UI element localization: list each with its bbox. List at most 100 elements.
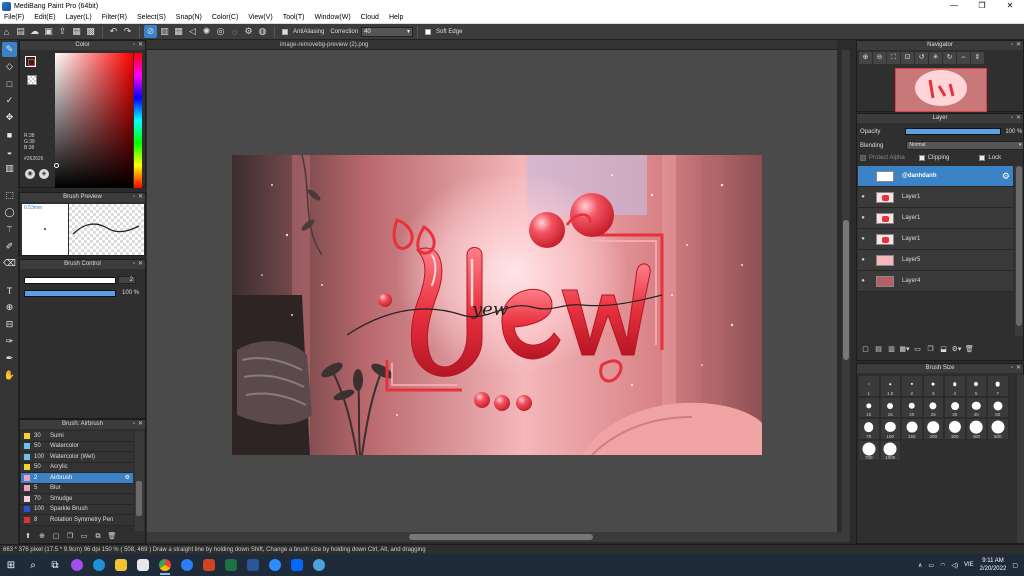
select-pen-tool-icon[interactable]: ✐	[2, 239, 17, 254]
chevron-up-icon[interactable]: ∧	[918, 562, 922, 569]
eyedropper-tool-icon[interactable]: ✑	[2, 334, 17, 349]
canvas-vertical-scrollbar[interactable]	[842, 50, 850, 532]
correction-select[interactable]: 40	[361, 26, 414, 37]
brush-size-cell[interactable]: 4	[944, 375, 966, 397]
move-tool-icon[interactable]: ✥	[2, 110, 17, 125]
layer-folder-icon[interactable]: ▭	[912, 344, 923, 355]
brush-size-cell[interactable]: 100	[879, 418, 901, 440]
brush-import-icon[interactable]: ⊕	[37, 532, 47, 542]
select-rect-tool-icon[interactable]: ⬚	[2, 188, 17, 203]
brush-size-cell[interactable]: 150	[901, 418, 923, 440]
brush-size-cell[interactable]: 1.5	[879, 375, 901, 397]
menu-cloud[interactable]: Cloud	[357, 12, 385, 24]
menu-help[interactable]: Help	[385, 12, 409, 24]
brush-size-cell[interactable]: 30	[944, 396, 966, 418]
panel-close-icon[interactable]: ✕	[1016, 114, 1021, 123]
text-tool-icon[interactable]: T	[2, 283, 17, 298]
layer-item[interactable]: @danhdanh ⚙	[858, 166, 1013, 187]
brush-item[interactable]: 5 Blur	[21, 483, 133, 494]
hue-slider[interactable]	[134, 53, 142, 188]
layer-blending-select[interactable]: Normal	[906, 141, 1024, 150]
menu-snap[interactable]: Snap(N)	[172, 12, 208, 24]
brush-size-cell[interactable]: 40	[965, 396, 987, 418]
undo-icon[interactable]: ↶	[107, 25, 120, 38]
clock[interactable]: 9:11 AM 2/20/2022	[980, 557, 1007, 573]
color-cursor[interactable]	[54, 163, 59, 168]
brush-size-cell[interactable]: 10	[858, 396, 880, 418]
task-view-icon[interactable]: ⧉	[44, 554, 66, 576]
palette-icon[interactable]: ◉	[25, 169, 35, 179]
language-indicator[interactable]: VIE	[964, 562, 974, 568]
brush-size-cell[interactable]: 700	[858, 439, 880, 461]
menu-layer[interactable]: Layer(L)	[62, 12, 98, 24]
eraser-tool-icon[interactable]: ◇	[2, 59, 17, 74]
menu-tool[interactable]: Tool(T)	[279, 12, 311, 24]
rotate-left-icon[interactable]: ↺	[915, 52, 928, 64]
snap-grid-icon[interactable]: ◍	[256, 25, 269, 38]
fit-screen-icon[interactable]: ⛶	[887, 52, 900, 64]
brush-item[interactable]: 100 Watercolor (Wet)	[21, 452, 133, 463]
save-icon[interactable]: ▣	[42, 25, 55, 38]
flip-horizontal-icon[interactable]: ⇔	[957, 52, 970, 64]
artwork-canvas[interactable]: yew	[232, 155, 762, 455]
brush-list-scrollbar[interactable]	[135, 431, 144, 531]
gradient-tool-icon[interactable]: ▥	[2, 161, 17, 176]
undock-icon[interactable]: ▫	[133, 41, 135, 50]
protect-alpha-checkbox[interactable]	[860, 155, 866, 161]
layer-copy-icon[interactable]: ❐	[925, 344, 936, 355]
layer-item[interactable]: ● Layer4	[858, 271, 1013, 292]
search-icon[interactable]: ⌕	[22, 554, 44, 576]
scrollbar-thumb[interactable]	[843, 220, 849, 360]
menu-file[interactable]: File(F)	[0, 12, 30, 24]
brush-settings-icon[interactable]: ⚙	[125, 474, 130, 481]
brush-add-icon[interactable]: ⬆	[23, 532, 33, 542]
canvas-workspace[interactable]: yew	[147, 50, 837, 532]
explorer-app-icon[interactable]	[110, 554, 132, 576]
cloud-icon[interactable]: ☁	[28, 25, 41, 38]
scrollbar-thumb[interactable]	[136, 481, 142, 516]
layer-list-scrollbar[interactable]	[1015, 166, 1023, 336]
divide-tool-icon[interactable]: ⊟	[2, 317, 17, 332]
brush-size-cell[interactable]: 1000	[879, 439, 901, 461]
messenger-app-icon[interactable]	[66, 554, 88, 576]
brush-size-cell[interactable]: 3	[922, 375, 944, 397]
brush-size-value[interactable]: 2	[118, 276, 136, 284]
hand-tool-icon[interactable]: ✋	[2, 368, 17, 383]
scrollbar-thumb[interactable]	[409, 534, 593, 540]
brush-size-cell[interactable]: 300	[944, 418, 966, 440]
new-halftone-layer-icon[interactable]: ▤	[873, 344, 884, 355]
antialiasing-checkbox[interactable]	[282, 28, 288, 35]
visibility-eye-icon[interactable]: ●	[858, 236, 868, 242]
snap-off-icon[interactable]: ⊘	[144, 25, 157, 38]
background-color-swatch[interactable]	[27, 75, 37, 85]
brush-size-cell[interactable]: 400	[965, 418, 987, 440]
menu-view[interactable]: View(V)	[244, 12, 278, 24]
layer-merge-icon[interactable]: ⬓	[938, 344, 949, 355]
visibility-eye-icon[interactable]: ●	[858, 215, 868, 221]
foreground-color-swatch[interactable]	[25, 56, 36, 67]
minimize-button[interactable]: —	[940, 0, 968, 12]
layer-delete-icon[interactable]: 🗑	[964, 344, 975, 355]
panel-close-icon[interactable]: ✕	[138, 260, 143, 269]
brush-delete-icon[interactable]: 🗑	[107, 532, 117, 542]
panel-close-icon[interactable]: ✕	[1016, 364, 1021, 373]
brush-size-cell[interactable]: 50	[987, 396, 1009, 418]
undock-icon[interactable]: ▫	[133, 420, 135, 429]
layer-settings-gear-icon[interactable]: ⚙	[1002, 171, 1010, 182]
snap-radial-icon[interactable]: ✺	[200, 25, 213, 38]
redo-icon[interactable]: ↷	[121, 25, 134, 38]
visibility-eye-icon[interactable]: ●	[858, 278, 868, 284]
select-eraser-tool-icon[interactable]: ⌫	[2, 256, 17, 271]
brush-item[interactable]: 70 Smudge	[21, 494, 133, 505]
magic-wand-tool-icon[interactable]: ⚚	[2, 222, 17, 237]
brush-size-cell[interactable]: 500	[987, 418, 1009, 440]
snap-parallel-icon[interactable]: ▥	[158, 25, 171, 38]
export-icon[interactable]: ▦	[70, 25, 83, 38]
snap-curve-icon[interactable]: ◌	[228, 25, 241, 38]
clipping-checkbox[interactable]	[918, 155, 925, 161]
menu-filter[interactable]: Filter(R)	[98, 12, 133, 24]
brush-item[interactable]: 8 Rotation Symmetry Pen	[21, 515, 133, 526]
close-button[interactable]: ✕	[996, 0, 1024, 12]
undock-icon[interactable]: ▫	[1011, 114, 1013, 123]
brush-copy-icon[interactable]: ❐	[65, 532, 75, 542]
